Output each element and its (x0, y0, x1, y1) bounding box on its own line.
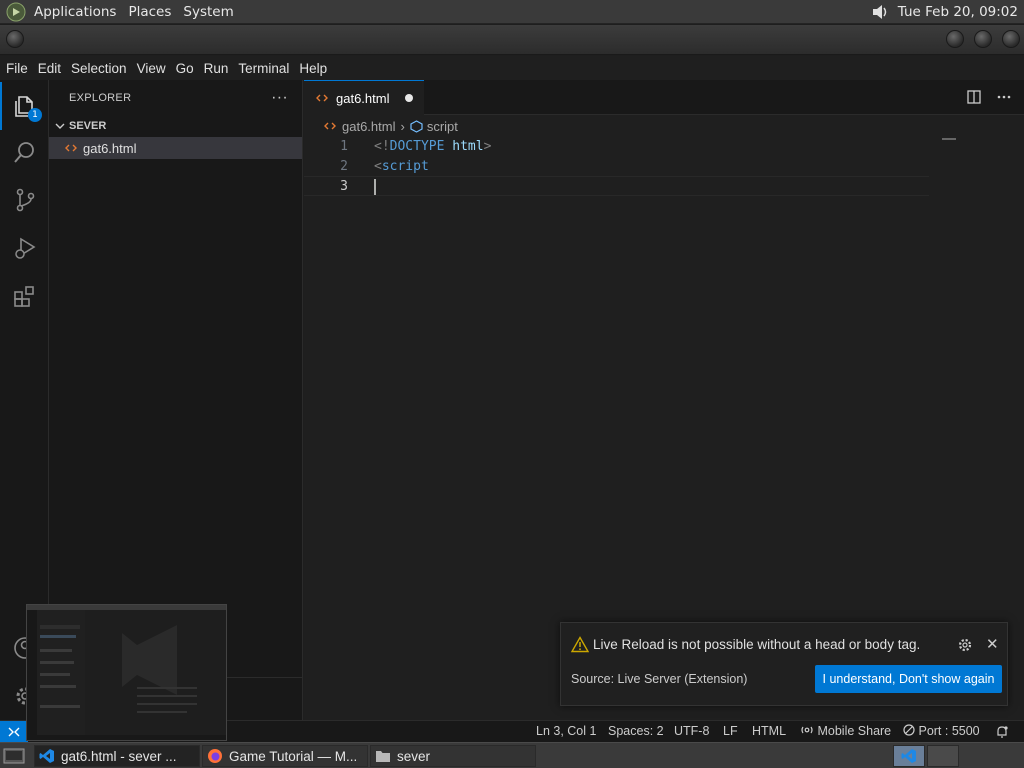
gear-icon[interactable] (957, 637, 973, 653)
menu-run[interactable]: Run (200, 61, 233, 76)
broadcast-icon (801, 726, 813, 734)
tab-label: gat6.html (336, 90, 390, 106)
menu-applications[interactable]: Applications (28, 4, 122, 20)
text-cursor (374, 179, 376, 195)
file-item-gat6[interactable]: gat6.html (49, 137, 302, 159)
line-number: 1 (340, 139, 348, 154)
menu-help[interactable]: Help (295, 61, 331, 76)
folder-sever[interactable]: SEVER (49, 115, 302, 137)
breadcrumb-file[interactable]: gat6.html (342, 119, 395, 134)
window-menu-button[interactable] (6, 30, 24, 48)
search-icon (13, 142, 34, 163)
unsaved-dot-icon[interactable] (405, 94, 414, 102)
activity-run-debug[interactable] (0, 224, 49, 272)
show-desktop-icon[interactable] (3, 748, 25, 764)
close-icon[interactable]: ✕ (986, 635, 999, 653)
menu-terminal[interactable]: Terminal (234, 61, 293, 76)
remote-icon (8, 727, 20, 737)
file-name: gat6.html (83, 140, 137, 156)
close-window-button[interactable] (1002, 30, 1020, 48)
menu-file[interactable]: File (2, 61, 32, 76)
workspace-switcher[interactable] (893, 745, 925, 767)
chevron-down-icon (55, 123, 65, 129)
menu-places[interactable]: Places (122, 4, 177, 20)
tab-gat6[interactable]: gat6.html (304, 80, 424, 115)
port-label: Port : 5500 (918, 724, 980, 738)
task-label: gat6.html - sever ... (61, 748, 177, 764)
html-file-icon (65, 144, 77, 152)
menu-edit[interactable]: Edit (34, 61, 65, 76)
cursor-position[interactable]: Ln 3, Col 1 (536, 724, 596, 738)
task-label: Game Tutorial — M... (229, 748, 358, 764)
remote-indicator[interactable] (0, 721, 28, 743)
symbol-icon (410, 119, 423, 133)
code-line: 2 <script (304, 157, 1024, 177)
live-server-port[interactable]: Port : 5500 (903, 724, 980, 738)
indentation[interactable]: Spaces: 2 (608, 724, 664, 738)
menubar: File Edit Selection View Go Run Terminal… (0, 56, 1024, 80)
folder-name: SEVER (69, 120, 107, 132)
split-editor-icon[interactable] (966, 89, 982, 105)
volume-icon[interactable] (870, 2, 892, 22)
activity-search[interactable] (0, 128, 49, 176)
explorer-more-button[interactable]: ··· (271, 89, 288, 107)
menu-go[interactable]: Go (172, 61, 198, 76)
clock[interactable]: Tue Feb 20, 09:02 (898, 4, 1024, 20)
html-file-icon (316, 94, 328, 102)
code-line-current: 3 (304, 176, 929, 196)
workspace-2[interactable] (927, 745, 959, 767)
folder-icon (376, 751, 390, 762)
notifications-bell-icon[interactable] (995, 725, 1009, 739)
mobile-share-label: Mobile Share (817, 724, 892, 738)
notification-toast: Live Reload is not possible without a he… (560, 622, 1008, 706)
code-line: 1 <!DOCTYPE html> (304, 137, 1024, 157)
task-files-sever[interactable]: sever (370, 745, 536, 767)
activity-extensions[interactable] (0, 272, 49, 320)
more-actions-icon[interactable] (996, 89, 1012, 105)
notification-source: Source: Live Server (Extension) (571, 672, 748, 686)
vscode-welcome-thumbnail (27, 605, 226, 740)
line-number: 2 (340, 158, 348, 174)
explorer-title: EXPLORER (69, 91, 132, 104)
activity-source-control[interactable] (0, 176, 49, 224)
minimize-button[interactable] (946, 30, 964, 48)
explorer-header: EXPLORER ··· (49, 80, 302, 115)
firefox-icon (208, 749, 222, 763)
language-mode[interactable]: HTML (752, 724, 786, 738)
task-firefox[interactable]: Game Tutorial — M... (202, 745, 368, 767)
activity-explorer[interactable]: 1 (0, 82, 49, 130)
window-thumbnail-preview[interactable] (26, 604, 227, 741)
taskbar: gat6.html - sever ... Game Tutorial — M.… (0, 742, 1024, 768)
code-editor[interactable]: 1 <!DOCTYPE html> 2 <script 3 (304, 137, 1024, 196)
explorer-badge: 1 (28, 108, 42, 122)
tab-bar: gat6.html (304, 80, 1024, 115)
menu-view[interactable]: View (133, 61, 170, 76)
html-file-icon (324, 122, 336, 130)
menu-selection[interactable]: Selection (67, 61, 131, 76)
encoding[interactable]: UTF-8 (674, 724, 709, 738)
maximize-button[interactable] (974, 30, 992, 48)
breadcrumb-symbol[interactable]: script (427, 119, 458, 134)
end-of-line[interactable]: LF (723, 724, 738, 738)
run-debug-icon (14, 237, 36, 259)
vscode-icon (39, 749, 54, 763)
chevron-right-icon: › (400, 118, 405, 134)
task-vscode[interactable]: gat6.html - sever ... (34, 745, 200, 767)
line-number: 3 (340, 179, 348, 194)
window-titlebar[interactable] (0, 25, 1024, 55)
vscode-icon (901, 749, 916, 763)
gnome-foot-icon[interactable] (6, 2, 26, 22)
mobile-share[interactable]: Mobile Share (800, 724, 891, 738)
source-control-icon (16, 188, 34, 212)
breadcrumb: gat6.html › script (304, 115, 1024, 137)
warning-icon (571, 636, 589, 653)
notification-message: Live Reload is not possible without a he… (593, 637, 921, 652)
no-entry-icon (903, 724, 915, 736)
task-label: sever (397, 748, 431, 764)
menu-system[interactable]: System (177, 4, 239, 20)
top-panel: Applications Places System Tue Feb 20, 0… (0, 0, 1024, 24)
extensions-icon (13, 286, 34, 307)
dont-show-again-button[interactable]: I understand, Don't show again (815, 665, 1002, 693)
minimap[interactable] (942, 138, 956, 140)
